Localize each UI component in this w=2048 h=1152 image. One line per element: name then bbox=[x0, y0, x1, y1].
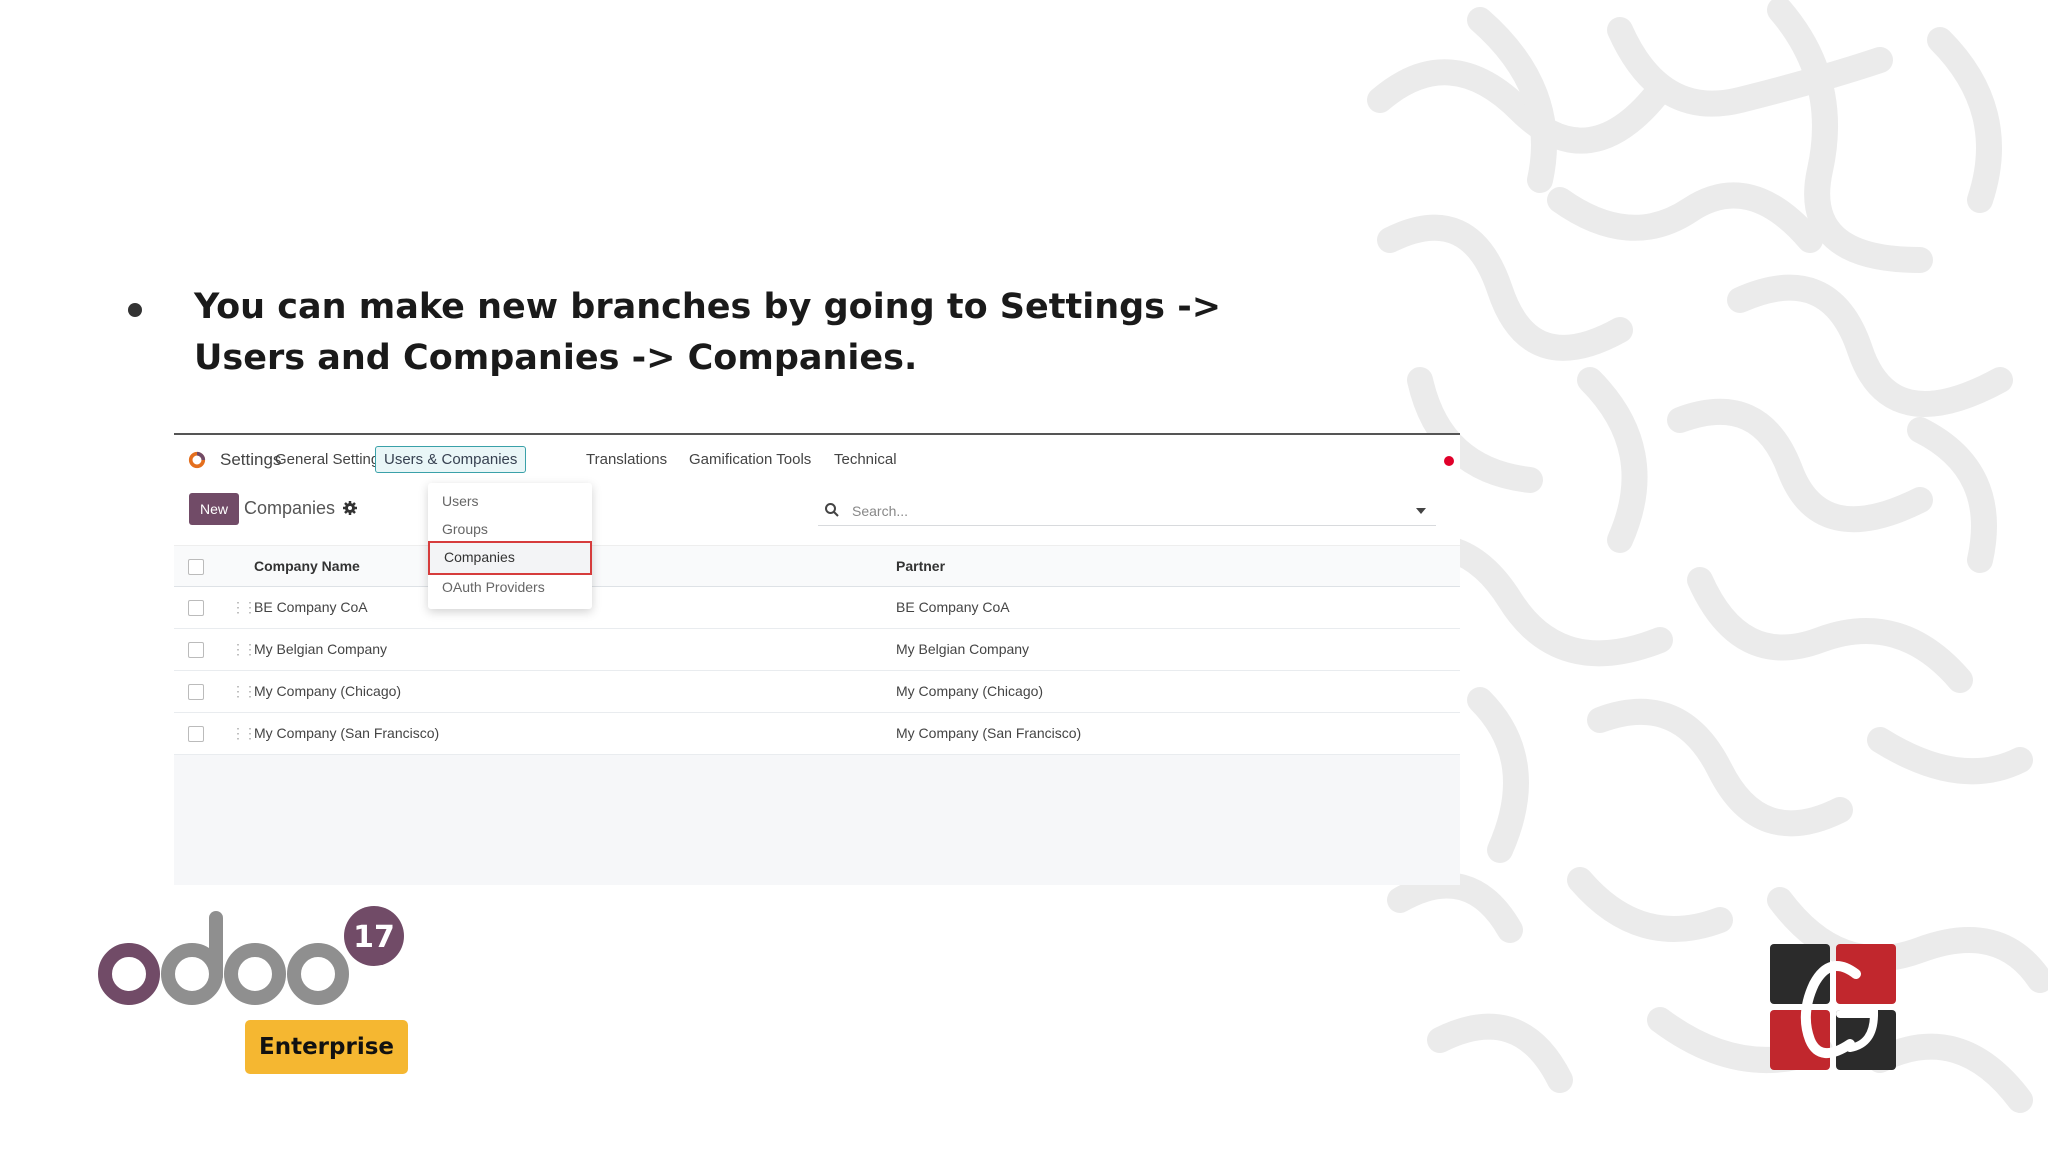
drag-handle-icon[interactable]: ⋮⋮ bbox=[231, 683, 257, 700]
companies-table: Company Name Partner ⋮⋮ BE Company CoA B… bbox=[174, 545, 1460, 755]
gear-icon[interactable] bbox=[342, 500, 358, 516]
dropdown-item-label: OAuth Providers bbox=[442, 579, 545, 595]
search-input[interactable] bbox=[850, 499, 1394, 523]
users-companies-dropdown: Users Groups Companies OAuth Providers bbox=[428, 483, 592, 609]
search-bar bbox=[818, 495, 1436, 526]
dropdown-item-label: Groups bbox=[442, 521, 488, 537]
empty-list-area bbox=[174, 753, 1460, 885]
new-button[interactable]: New bbox=[189, 493, 239, 525]
nav-users-companies[interactable]: Users & Companies bbox=[375, 446, 527, 473]
cell-company-name: My Company (Chicago) bbox=[254, 683, 402, 699]
table-header: Company Name Partner bbox=[174, 545, 1460, 587]
drag-handle-icon[interactable]: ⋮⋮ bbox=[231, 725, 257, 742]
bullet-dot bbox=[128, 303, 142, 317]
odoo-app-icon[interactable] bbox=[188, 451, 206, 469]
column-company-name[interactable]: Company Name bbox=[254, 558, 360, 574]
bullet-text: You can make new branches by going to Se… bbox=[194, 282, 1221, 384]
cell-partner: BE Company CoA bbox=[896, 599, 1010, 615]
nav-translations[interactable]: Translations bbox=[586, 451, 667, 468]
search-icon bbox=[825, 503, 839, 517]
row-checkbox[interactable] bbox=[188, 642, 204, 658]
dropdown-item-oauth-providers[interactable]: OAuth Providers bbox=[428, 573, 592, 601]
dropdown-item-label: Companies bbox=[444, 549, 515, 565]
enterprise-badge: Enterprise bbox=[245, 1020, 408, 1074]
cell-company-name: My Belgian Company bbox=[254, 641, 388, 657]
odoo-screenshot: Settings General Settings Users & Compan… bbox=[174, 433, 1460, 885]
breadcrumb-title: Companies bbox=[244, 498, 336, 518]
top-navbar: Settings General Settings Users & Compan… bbox=[174, 435, 1460, 483]
chevron-down-icon[interactable] bbox=[1416, 508, 1426, 514]
company-logo bbox=[1770, 944, 1896, 1070]
table-row[interactable]: ⋮⋮ My Company (Chicago) My Company (Chic… bbox=[174, 671, 1460, 713]
column-partner[interactable]: Partner bbox=[896, 558, 945, 574]
bullet-line-1: You can make new branches by going to Se… bbox=[194, 287, 1222, 327]
cell-company-name: My Company (San Francisco) bbox=[254, 725, 440, 741]
table-row[interactable]: ⋮⋮ My Belgian Company My Belgian Company bbox=[174, 629, 1460, 671]
dropdown-item-users[interactable]: Users bbox=[428, 487, 592, 515]
control-panel: New Companies bbox=[174, 483, 1460, 533]
nav-gamification-tools[interactable]: Gamification Tools bbox=[689, 451, 811, 468]
enterprise-label: Enterprise bbox=[258, 1034, 394, 1060]
select-all-checkbox[interactable] bbox=[188, 559, 204, 575]
odoo-17-logo: 17 bbox=[98, 906, 404, 1005]
table-row[interactable]: ⋮⋮ My Company (San Francisco) My Company… bbox=[174, 713, 1460, 755]
cell-company-name: BE Company CoA bbox=[254, 599, 368, 615]
nav-general-settings[interactable]: General Settings bbox=[275, 451, 387, 468]
row-checkbox[interactable] bbox=[188, 684, 204, 700]
cell-partner: My Company (San Francisco) bbox=[896, 725, 1082, 741]
decorative-swirl-pattern bbox=[1367, 0, 2048, 1113]
version-number: 17 bbox=[353, 920, 395, 955]
cell-partner: My Company (Chicago) bbox=[896, 683, 1044, 699]
app-name[interactable]: Settings bbox=[220, 450, 281, 470]
drag-handle-icon[interactable]: ⋮⋮ bbox=[231, 641, 257, 658]
drag-handle-icon[interactable]: ⋮⋮ bbox=[231, 599, 257, 616]
dropdown-item-groups[interactable]: Groups bbox=[428, 515, 592, 543]
row-checkbox[interactable] bbox=[188, 600, 204, 616]
nav-technical[interactable]: Technical bbox=[834, 451, 897, 468]
bullet-line-2: Users and Companies -> Companies. bbox=[194, 338, 918, 378]
table-row[interactable]: ⋮⋮ BE Company CoA BE Company CoA bbox=[174, 587, 1460, 629]
dropdown-item-label: Users bbox=[442, 493, 479, 509]
dropdown-item-companies[interactable]: Companies bbox=[428, 541, 592, 575]
cell-partner: My Belgian Company bbox=[896, 641, 1030, 657]
notification-dot[interactable] bbox=[1444, 456, 1454, 466]
row-checkbox[interactable] bbox=[188, 726, 204, 742]
